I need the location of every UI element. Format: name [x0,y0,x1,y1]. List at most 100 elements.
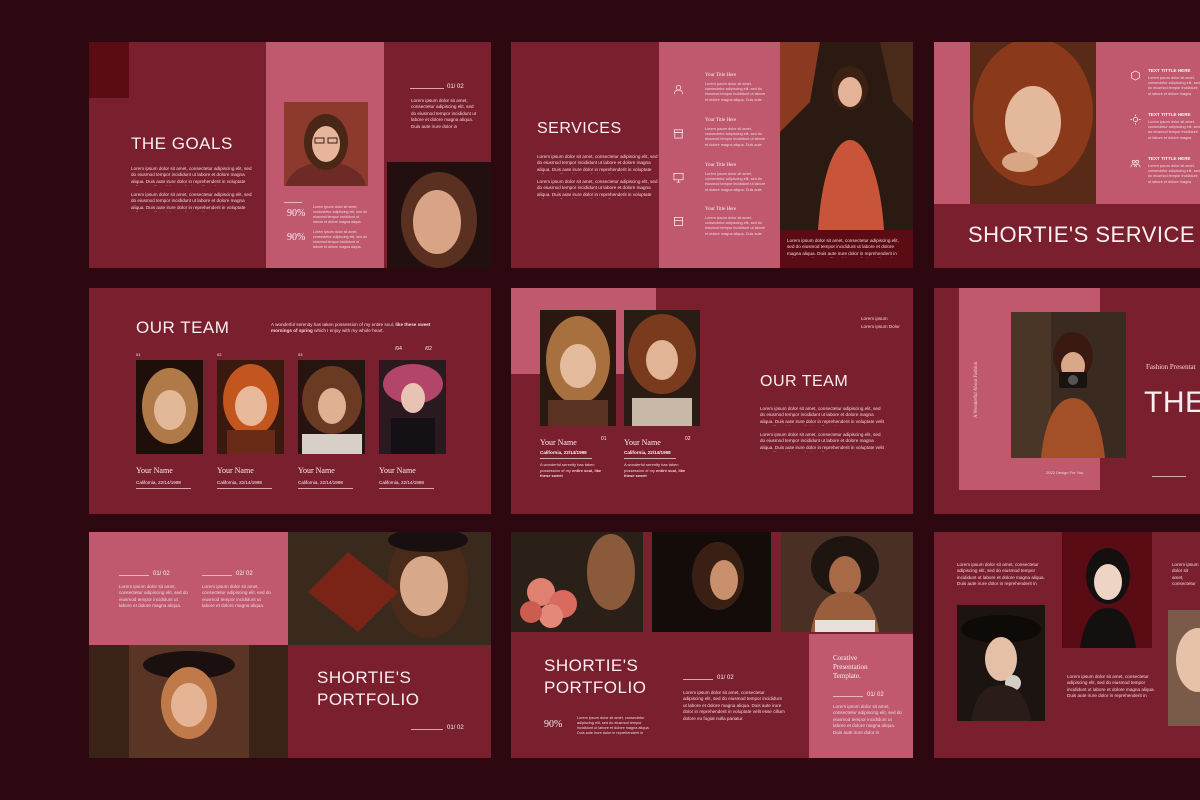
divider-line [410,88,444,89]
woman-profile-photo [652,532,771,632]
team-member-photo [540,310,616,426]
member-location: California, 22/14/1998 [217,480,262,485]
store-icon [673,126,684,139]
slide-portfolio-two[interactable]: SHORTIE'S PORTFOLIO 01/ 02 Lorem ipsum d… [511,532,913,758]
slide-title-line2: PORTFOLIO [544,678,647,697]
service-item-desc: Lorem ipsum dolor sit amet, consectetur … [705,172,766,192]
box-icon [673,214,684,226]
top-right-text: Lorem ipsum Dolor [861,324,900,329]
team-member-photo [136,360,203,454]
divider-line [202,575,232,576]
body-text: Lorem ipsum dolor sit amet, consectetur … [1172,562,1199,588]
page-number: 01/ 02 [153,571,170,577]
member-location: California, 22/14/1998 [298,480,343,485]
body-text: Lorem ipsum dolor sit amet, consectetur … [119,584,188,610]
divider-line [379,488,434,489]
member-number: 01 [136,352,141,357]
vertical-label: A Wonderful About Fashion [974,361,979,418]
member-number: 03 [298,352,303,357]
slide-title: SHORTIE'S SERVICE [968,222,1196,247]
body-text: Lorem ipsum dolor sit amet, consectetur … [683,690,785,721]
percent-desc: Lorem ipsum dolor sit amet, consectetur … [313,205,367,224]
slide-shorties-service[interactable]: SHORTIE'S SERVICE TEXT TITTLE HERE Lorem… [934,42,1200,268]
member-name: Your Name [217,466,254,475]
divider-line [136,488,191,489]
intro-text-lead: A wonderful serenity has taken possessio… [271,322,395,327]
caption-text: Lorem ipsum dolor sit amet, consectetur … [787,238,901,258]
page-number: 02/ 02 [236,571,253,577]
woman-with-camera-photo [1011,312,1126,458]
user-icon [673,82,684,95]
slide-title-line1: SHORTIE'S [544,656,639,675]
page-number: 01/ 02 [717,675,734,681]
woman-with-glasses-photo [284,102,368,186]
divider-line [217,488,272,489]
percent-desc: Lorem ipsum dolor sit amet, consectetur … [577,716,650,735]
divider-line [833,696,863,697]
percent-label: 90% [544,719,563,730]
intro-text: A wonderful serenity has taken possessio… [271,322,451,335]
woman-with-hat-photo [89,645,288,758]
slide-the-goals[interactable]: THE GOALS Lorem ipsum dolor sit amet, co… [89,42,491,268]
team-member-photo [298,360,365,454]
member-name: Your Name [136,466,173,475]
slide-our-team-four[interactable]: OUR TEAM A wonderful serenity has taken … [89,288,491,514]
divider-line [119,575,149,576]
divider-line [1152,476,1186,477]
service-title: TEXT TITTLE HERE [1148,156,1191,161]
slide-title-line1: SHORTIE'S [317,668,412,687]
slide-portfolio-one[interactable]: 01/ 02 Lorem ipsum dolor sit amet, conse… [89,532,491,758]
member-name: Your Name [540,438,577,447]
service-desc: Lorem ipsum dolor sit amet, consectetur … [1148,164,1200,184]
slide-title-line2: PORTFOLIO [317,690,420,709]
member-name: Your Name [379,466,416,475]
team-member-photo [379,360,446,454]
member-number: 02 [217,352,222,357]
slide-our-team-two[interactable]: Your Name 01 California, 22/14/1998 A wo… [511,288,913,514]
divider-line [284,202,302,203]
divider-line [411,729,443,730]
woman-with-glasses-orange-dress-photo [780,42,913,230]
member-number: 01 [601,436,607,442]
member-name: Your Name [624,438,661,447]
top-right-text: Lorem ipsum [861,316,888,321]
body-text: Lorem ipsum dolor sit amet, consectetur … [202,584,271,610]
slide-services[interactable]: SERVICES Lorem ipsum dolor sit amet, con… [511,42,913,268]
divider-line [298,488,353,489]
side-text: Template. [833,672,861,680]
slide-photo-grid[interactable]: Lorem ipsum dolor sit amet, consectetur … [934,532,1200,758]
subtitle: Fashion Presentat [1146,363,1196,371]
percent-label: 90% [287,208,306,219]
service-item-title: Your Title Here [705,163,737,168]
page-number: 01/ 02 [867,692,884,698]
slide-title: OUR TEAM [760,373,849,390]
body-text: Lorem ipsum dolor sit amet, consectetur … [537,179,658,199]
corner-accent-square [89,42,129,98]
service-item-desc: Lorem ipsum dolor sit amet, consectetur … [705,82,766,102]
body-text: Lorem ipsum dolor sit amet, consectetur … [411,98,477,129]
member-desc: A wonderful serenity has taken possessio… [624,462,694,479]
side-text: Corative [833,654,858,662]
woman-portrait-edge-photo [1168,610,1200,726]
woman-with-leaf-photo [288,532,491,645]
slide-title: THE [1144,386,1200,419]
percent-desc: Lorem ipsum dolor sit amet, consectetur … [313,230,367,249]
slide-title: SERVICES [537,120,622,137]
monitor-icon [673,170,684,183]
service-item-title: Your Title Here [705,207,737,212]
sun-icon [1130,112,1141,125]
body-text: Lorem ipsum dolor sit amet, consectetur … [131,166,252,186]
member-location: California, 22/14/1998 [379,480,424,485]
team-member-photo [624,310,700,426]
body-text: Lorem ipsum dolor sit amet, consectetur … [760,432,884,452]
service-title: TEXT TITTLE HERE [1148,68,1191,73]
member-location: California, 22/14/1998 [624,450,671,455]
woman-curly-hair-photo [781,532,913,632]
woman-in-red-photo [1062,532,1152,648]
slide-fashion-cover[interactable]: A Wonderful About Fashion 2022 Design Fo… [934,288,1200,514]
body-text: Lorem ipsum dolor sit amet, consectetur … [131,192,252,212]
side-text: Presentation [833,663,868,671]
member-desc: A wonderful serenity has taken possessio… [540,462,610,479]
body-text: Lorem ipsum dolor sit amet, consectetur … [1067,674,1155,700]
body-text: Lorem ipsum dolor sit amet, consectetur … [760,406,884,426]
